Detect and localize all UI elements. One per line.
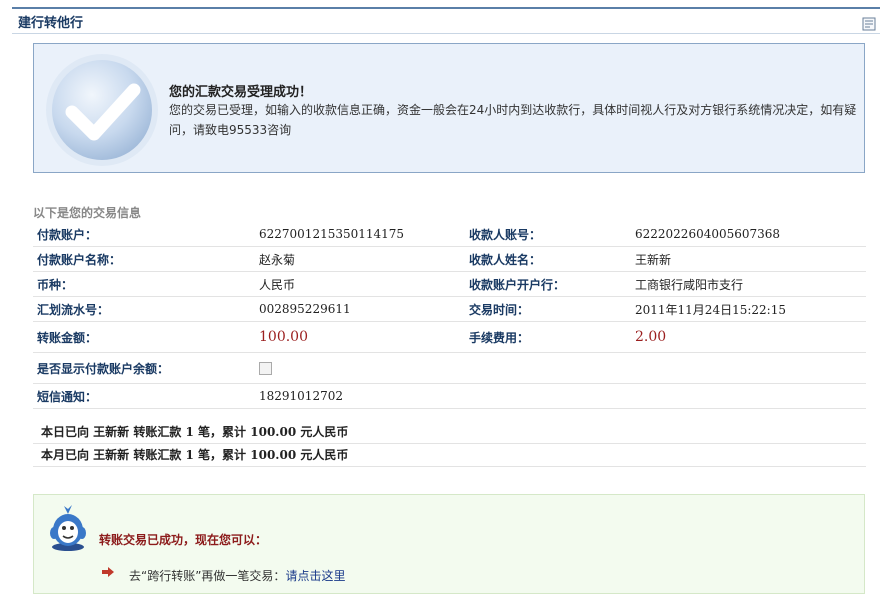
fee-value: 2.00 [631, 321, 866, 353]
transfer-amount-label: 转账金额： [33, 321, 255, 353]
page-header: 建行转他行 [0, 0, 882, 36]
show-balance-label: 是否显示付款账户余额： [33, 352, 255, 384]
mascot-icon [50, 505, 86, 551]
payer-account-value: 6227001215350114175 [255, 222, 465, 247]
transfer-amount-value: 100.00 [255, 321, 465, 353]
daily-summary: 本日已向 王新新 转账汇款 1 笔，累计 100.00 元人民币 [33, 421, 866, 444]
next-steps-panel: 转账交易已成功，现在您可以： 去“跨行转账”再做一笔交易：请点击这里 [33, 494, 865, 594]
payee-account-label: 收款人账号： [465, 222, 631, 247]
payer-name-value: 赵永菊 [255, 246, 465, 272]
transfer-summary: 本日已向 王新新 转账汇款 1 笔，累计 100.00 元人民币 本月已向 王新… [33, 421, 866, 467]
success-panel: 您的汇款交易受理成功！ 您的交易已受理，如输入的收款信息正确，资金一般会在24小… [33, 43, 865, 173]
arrow-right-icon [102, 567, 114, 577]
sms-value: 18291012702 [255, 383, 465, 409]
payee-bank-label: 收款账户开户行： [465, 271, 631, 297]
show-balance-checkbox[interactable] [259, 362, 272, 375]
table-row: 转账金额： 100.00 手续费用： 2.00 [33, 321, 866, 353]
header-top-rule [12, 7, 880, 9]
transaction-info-table: 付款账户： 6227001215350114175 收款人账号： 6222022… [33, 222, 866, 409]
show-balance-cell [255, 352, 465, 384]
payee-name-value: 王新新 [631, 246, 866, 272]
info-caption: 以下是您的交易信息 [33, 206, 142, 220]
checkmark-icon [46, 54, 158, 166]
table-row: 汇划流水号： 002895229611 交易时间： 2011年11月24日15:… [33, 296, 866, 322]
serial-number-label: 汇划流水号： [33, 296, 255, 322]
sms-label: 短信通知： [33, 383, 255, 409]
table-row: 短信通知： 18291012702 [33, 383, 866, 409]
success-heading: 您的汇款交易受理成功！ [169, 85, 313, 100]
serial-number-value: 002895229611 [255, 296, 465, 322]
click-here-link[interactable]: 请点击这里 [285, 569, 345, 583]
fee-label: 手续费用： [465, 321, 631, 353]
table-row: 币种： 人民币 收款账户开户行： 工商银行咸阳市支行 [33, 271, 866, 297]
monthly-summary: 本月已向 王新新 转账汇款 1 笔，累计 100.00 元人民币 [33, 444, 866, 467]
currency-value: 人民币 [255, 271, 465, 297]
next-steps-title: 转账交易已成功，现在您可以： [99, 533, 268, 547]
payee-account-value: 6222022604005607368 [631, 222, 866, 247]
next-step-item: 去“跨行转账”再做一笔交易：请点击这里 [129, 567, 345, 584]
header-bottom-rule [12, 33, 880, 34]
payee-name-label: 收款人姓名： [465, 246, 631, 272]
table-row: 付款账户名称： 赵永菊 收款人姓名： 王新新 [33, 246, 866, 272]
success-message: 您的交易已受理，如输入的收款信息正确，资金一般会在24小时内到达收款行，具体时间… [169, 103, 857, 137]
transaction-time-value: 2011年11月24日15:22:15 [631, 296, 866, 322]
print-icon[interactable] [862, 17, 876, 31]
payee-bank-value: 工商银行咸阳市支行 [631, 271, 866, 297]
page-title: 建行转他行 [18, 16, 84, 31]
table-row: 是否显示付款账户余额： [33, 352, 866, 384]
table-row: 付款账户： 6227001215350114175 收款人账号： 6222022… [33, 222, 866, 247]
payer-name-label: 付款账户名称： [33, 246, 255, 272]
payer-account-label: 付款账户： [33, 222, 255, 247]
currency-label: 币种： [33, 271, 255, 297]
transaction-time-label: 交易时间： [465, 296, 631, 322]
next-step-text: 去“跨行转账”再做一笔交易： [129, 569, 286, 583]
